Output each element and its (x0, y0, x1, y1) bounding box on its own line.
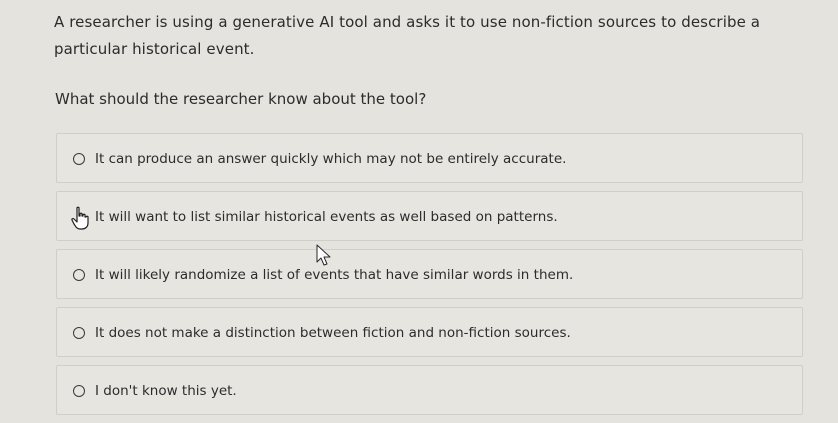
question-prompt: What should the researcher know about th… (55, 90, 427, 108)
answer-option-1[interactable]: It can produce an answer quickly which m… (56, 133, 803, 183)
answer-options: It can produce an answer quickly which m… (56, 133, 803, 423)
answer-option-label: I don't know this yet. (95, 383, 237, 399)
answer-option-4[interactable]: It does not make a distinction between f… (56, 307, 803, 357)
radio-button-icon[interactable] (73, 327, 85, 339)
radio-button-icon[interactable] (73, 153, 85, 165)
hand-pointer-cursor-icon (71, 206, 89, 230)
answer-option-label: It will want to list similar historical … (95, 209, 558, 225)
answer-option-label: It does not make a distinction between f… (95, 325, 571, 341)
question-text: A researcher is using a generative AI to… (54, 13, 761, 58)
answer-option-label: It can produce an answer quickly which m… (95, 151, 567, 167)
radio-button-icon[interactable] (73, 385, 85, 397)
answer-option-label: It will likely randomize a list of event… (95, 267, 574, 283)
radio-button-icon[interactable] (73, 269, 85, 281)
answer-option-2[interactable]: It will want to list similar historical … (56, 191, 803, 241)
answer-option-5[interactable]: I don't know this yet. (56, 365, 803, 415)
arrow-pointer-cursor-icon (316, 244, 331, 266)
answer-option-3[interactable]: It will likely randomize a list of event… (56, 249, 803, 299)
